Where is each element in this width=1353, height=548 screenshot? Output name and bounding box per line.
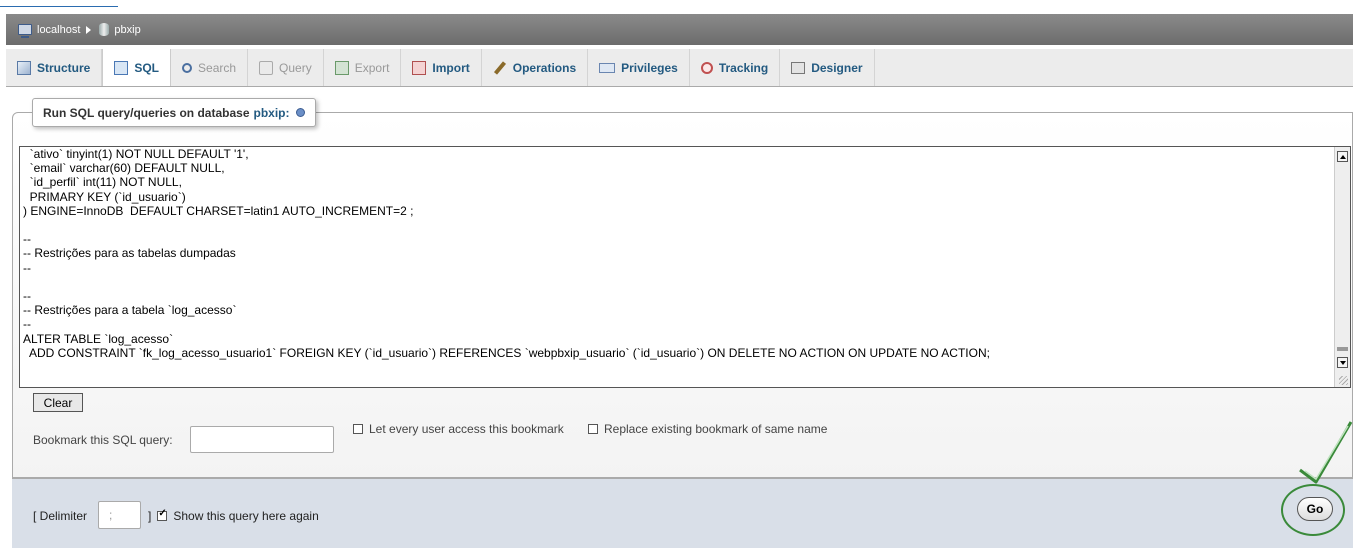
every-user-checkbox[interactable] (353, 424, 363, 434)
breadcrumb-database[interactable]: pbxip (99, 23, 141, 36)
help-icon[interactable] (295, 108, 305, 117)
tab-designer[interactable]: Designer (780, 49, 875, 86)
tab-tracking[interactable]: Tracking (690, 49, 781, 86)
sql-query-textarea[interactable]: `ativo` tinyint(1) NOT NULL DEFAULT '1',… (19, 146, 1351, 388)
tab-label: Operations (512, 60, 577, 75)
tab-privileges[interactable]: Privileges (588, 49, 690, 86)
show-again-option[interactable]: ] Show this query here again (148, 508, 319, 523)
textarea-scrollbar[interactable] (1334, 147, 1350, 387)
fieldset-legend: Run SQL query/queries on database pbxip: (32, 98, 316, 127)
tab-label: Tracking (718, 60, 769, 75)
database-icon (99, 23, 110, 36)
bookmark-replace-option[interactable]: Replace existing bookmark of same name (588, 422, 827, 436)
clear-button[interactable]: Clear (33, 393, 83, 412)
operations-icon (493, 60, 506, 75)
bookmark-label: Bookmark this SQL query: (33, 433, 173, 447)
tracking-icon (700, 61, 713, 74)
tab-query[interactable]: Query (248, 49, 324, 86)
every-user-label: Let every user access this bookmark (369, 422, 564, 436)
legend-text: Run SQL query/queries on database (43, 105, 250, 120)
tab-export[interactable]: Export (324, 49, 402, 86)
delimiter-close-bracket: ] (148, 509, 152, 523)
bookmark-input[interactable] (190, 426, 334, 453)
server-icon (18, 24, 32, 38)
search-icon (182, 62, 193, 73)
sql-query-text[interactable]: `ativo` tinyint(1) NOT NULL DEFAULT '1',… (23, 147, 1328, 387)
tab-label: Privileges (621, 60, 678, 75)
tab-search[interactable]: Search (171, 49, 249, 86)
tab-sql[interactable]: SQL (102, 49, 172, 86)
replace-checkbox[interactable] (588, 424, 598, 434)
privileges-icon (599, 62, 616, 73)
scroll-up-icon[interactable] (1337, 151, 1348, 162)
replace-label: Replace existing bookmark of same name (604, 422, 828, 436)
breadcrumb-server-label: localhost (37, 23, 81, 36)
show-again-checkbox[interactable] (157, 508, 168, 521)
delimiter-label: [ Delimiter (33, 509, 88, 523)
bookmark-every-user-option[interactable]: Let every user access this bookmark (353, 422, 564, 436)
tab-structure[interactable]: Structure (6, 49, 103, 86)
tab-label: Query (279, 60, 312, 75)
breadcrumb-database-label: pbxip (114, 23, 141, 36)
checkmark-icon (1299, 421, 1353, 484)
export-icon (334, 60, 349, 75)
tab-import[interactable]: Import (401, 49, 482, 86)
structure-icon (17, 60, 31, 75)
query-icon (259, 60, 274, 75)
tab-operations[interactable]: Operations (482, 49, 589, 86)
tab-label: Search (198, 60, 237, 75)
show-again-label: Show this query here again (173, 509, 319, 523)
tab-label: Import (432, 60, 470, 75)
tab-label: SQL (134, 60, 160, 75)
scroll-down-icon[interactable] (1337, 357, 1348, 368)
breadcrumb-server[interactable]: localhost (18, 23, 81, 38)
breadcrumb: localhost pbxip (6, 14, 1353, 45)
tab-label: Designer (811, 60, 863, 75)
breadcrumb-separator-icon (86, 25, 92, 34)
import-icon (412, 60, 427, 75)
resize-grip-icon[interactable] (1339, 376, 1348, 385)
sql-icon (114, 60, 129, 75)
designer-icon (791, 61, 806, 74)
tab-bar: Structure SQL Search Query Export Import… (6, 49, 1353, 87)
top-rule (0, 6, 118, 7)
tab-label: Structure (37, 60, 91, 75)
go-button[interactable]: Go (1297, 497, 1333, 521)
tab-label: Export (354, 60, 390, 75)
legend-database-link[interactable]: pbxip: (254, 106, 290, 120)
scrollbar-thumb[interactable] (1337, 347, 1348, 351)
delimiter-input[interactable]: ; (98, 501, 141, 529)
